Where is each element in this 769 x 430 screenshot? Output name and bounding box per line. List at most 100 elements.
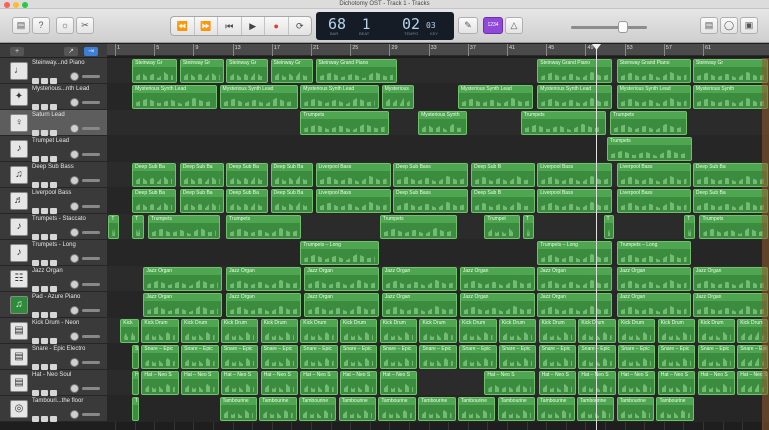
pan-knob[interactable] bbox=[70, 124, 79, 133]
midi-region[interactable]: Trumpets bbox=[520, 111, 606, 135]
midi-region[interactable]: Tambourine bbox=[656, 397, 694, 421]
midi-region[interactable]: Hat – Neo S bbox=[578, 371, 616, 395]
headphones-icon[interactable] bbox=[50, 416, 57, 422]
midi-region[interactable]: Hat – Neo S bbox=[697, 371, 735, 395]
tuner-button[interactable]: ✎ bbox=[458, 17, 478, 34]
pan-knob[interactable] bbox=[70, 98, 79, 107]
midi-region[interactable]: Kick Drum bbox=[618, 319, 656, 343]
midi-region[interactable]: Deep Sub Ba bbox=[179, 163, 224, 187]
track-header[interactable]: ♩ Steinway...nd Piano bbox=[0, 58, 107, 84]
editors-button[interactable]: ✂ bbox=[76, 17, 94, 34]
track-lane[interactable]: HHat – Neo SHat – Neo SHat – Neo SHat – … bbox=[107, 370, 769, 396]
vertical-scrollbar[interactable] bbox=[762, 58, 769, 430]
midi-region[interactable]: Hat – Neo S bbox=[538, 371, 576, 395]
track-volume-slider[interactable] bbox=[82, 127, 100, 130]
track-header[interactable]: ▤ Kick Drum - Neon bbox=[0, 318, 107, 344]
timeline-ruler[interactable]: 1 5 9 13 17 21 25 29 33 37 41 45 49 53 57 61 bbox=[107, 44, 769, 56]
midi-region[interactable]: Hat – Neo S bbox=[260, 371, 298, 395]
track-volume-slider[interactable] bbox=[82, 413, 100, 416]
midi-region[interactable]: Kick Drum bbox=[578, 319, 616, 343]
midi-region[interactable]: Kick Drum bbox=[419, 319, 457, 343]
track-lane[interactable]: Jazz Organ Jazz Organ Jazz Organ Jazz Organ… bbox=[107, 292, 769, 318]
midi-region[interactable]: Deep Sub Bass bbox=[392, 163, 469, 187]
pan-knob[interactable] bbox=[70, 280, 79, 289]
track-volume-slider[interactable] bbox=[82, 387, 100, 390]
track-header[interactable]: ♪ Trumpets - Staccato bbox=[0, 214, 107, 240]
mute-button[interactable] bbox=[32, 416, 39, 422]
track-header[interactable]: ♪ Trumpets - Long bbox=[0, 240, 107, 266]
loop-browser-button[interactable]: ◯ bbox=[720, 17, 738, 34]
pan-knob[interactable] bbox=[70, 254, 79, 263]
midi-region[interactable]: Jazz Organ bbox=[537, 267, 613, 291]
count-in-button[interactable]: 1234 bbox=[483, 17, 503, 34]
midi-region[interactable]: Snare – Epic bbox=[618, 345, 656, 369]
track-lane[interactable]: Deep Sub Ba Deep Sub Ba Deep Sub Ba Deep Su… bbox=[107, 162, 769, 188]
midi-region[interactable]: Snare – Epic bbox=[498, 345, 537, 369]
track-header[interactable]: ♀ Saturn Lead bbox=[0, 110, 107, 136]
midi-region[interactable]: Steinway Grand Piano bbox=[315, 59, 398, 83]
midi-region[interactable]: Mysterious Synth Lead bbox=[616, 85, 691, 109]
track-header[interactable]: ♫ Deep Sub Bass bbox=[0, 162, 107, 188]
midi-region[interactable]: Trumpet bbox=[484, 215, 520, 239]
midi-region[interactable]: Deep Sub Ba bbox=[270, 163, 313, 187]
midi-region[interactable]: Jazz Organ bbox=[226, 293, 302, 317]
midi-region[interactable]: Trumpets bbox=[226, 215, 302, 239]
add-track-button[interactable]: + bbox=[10, 47, 24, 56]
track-lane[interactable]: Deep Sub Ba Deep Sub Ba Deep Sub Ba Deep Su… bbox=[107, 188, 769, 214]
midi-region[interactable]: Jazz Organ bbox=[616, 267, 691, 291]
midi-region[interactable]: Kick Drum bbox=[300, 319, 338, 343]
track-volume-slider[interactable] bbox=[82, 179, 100, 182]
midi-region[interactable]: Mysterious Synth Lead bbox=[300, 85, 379, 109]
rewind-button[interactable]: ⏪ bbox=[171, 17, 195, 35]
arrangement-canvas[interactable]: Steinway Gr Steinway Gr Steinway Gr Steinwa… bbox=[107, 58, 769, 430]
midi-region[interactable]: Hat – Neo S bbox=[220, 371, 259, 395]
track-volume-slider[interactable] bbox=[82, 101, 100, 104]
midi-region[interactable]: Deep Sub Bass bbox=[392, 189, 469, 213]
track-volume-slider[interactable] bbox=[82, 283, 100, 286]
master-volume-slider[interactable] bbox=[571, 26, 647, 29]
midi-region[interactable]: Kick Drum bbox=[657, 319, 696, 343]
midi-region[interactable]: Snare – Epic bbox=[578, 345, 616, 369]
midi-region[interactable]: Mysterious Synth Lead bbox=[132, 85, 218, 109]
smart-controls-button[interactable]: ☼ bbox=[56, 17, 74, 34]
track-volume-slider[interactable] bbox=[82, 205, 100, 208]
midi-region[interactable]: Tambourine bbox=[418, 397, 456, 421]
track-header[interactable]: ♪ Trumpet Lead bbox=[0, 136, 107, 162]
midi-region[interactable]: Mysterious Synth bbox=[692, 85, 768, 109]
midi-region[interactable]: Deep Sub B bbox=[471, 189, 535, 213]
midi-region[interactable]: Trumpets bbox=[610, 111, 688, 135]
midi-region[interactable]: Tambourine bbox=[259, 397, 297, 421]
midi-region[interactable]: Snare – Epic bbox=[340, 345, 378, 369]
master-volume-knob[interactable] bbox=[618, 21, 628, 33]
midi-region[interactable]: Tambourine bbox=[378, 397, 416, 421]
midi-region[interactable]: Mysterious Synth Lead bbox=[457, 85, 533, 109]
midi-region[interactable]: Tambourine bbox=[537, 397, 575, 421]
midi-region[interactable]: Snare – Epic bbox=[538, 345, 576, 369]
pan-knob[interactable] bbox=[70, 384, 79, 393]
midi-region[interactable]: Snare – Epic bbox=[379, 345, 418, 369]
midi-region[interactable]: Jazz Organ bbox=[692, 293, 768, 317]
lcd-display[interactable]: 68 1 BAR BEAT 02 03 TEMPO KEY bbox=[316, 12, 454, 40]
midi-region[interactable]: Kick Drum bbox=[697, 319, 735, 343]
track-lane[interactable]: Trumpets Mysterious Synth Trumpets Trumpets bbox=[107, 110, 769, 136]
midi-region[interactable]: Tambourine bbox=[497, 397, 535, 421]
midi-region[interactable]: Kick Drum bbox=[181, 319, 219, 343]
midi-region[interactable]: Deep Sub Ba bbox=[226, 163, 269, 187]
midi-region[interactable]: Snare – Epic bbox=[220, 345, 259, 369]
track-header[interactable]: ☷ Jazz Organ bbox=[0, 266, 107, 292]
midi-region[interactable]: T bbox=[603, 215, 615, 239]
track-volume-slider[interactable] bbox=[82, 153, 100, 156]
midi-region[interactable]: Kick Drum bbox=[141, 319, 179, 343]
midi-region[interactable]: S bbox=[132, 345, 140, 369]
midi-region[interactable]: Jazz Organ bbox=[692, 267, 768, 291]
midi-region[interactable]: Jazz Organ bbox=[304, 293, 380, 317]
midi-region[interactable]: Jazz Organ bbox=[381, 267, 457, 291]
media-browser-button[interactable]: ▣ bbox=[740, 17, 758, 34]
midi-region[interactable]: Tambourine bbox=[616, 397, 655, 421]
midi-region[interactable]: Kick Drum bbox=[498, 319, 537, 343]
midi-region[interactable]: Hat – Neo S bbox=[141, 371, 179, 395]
midi-region[interactable]: Snare – Epic bbox=[459, 345, 497, 369]
midi-region[interactable]: Jazz Organ bbox=[226, 267, 302, 291]
midi-region[interactable]: Hat – Neo S bbox=[379, 371, 418, 395]
catch-playhead-icon[interactable]: ⇥ bbox=[84, 47, 98, 56]
